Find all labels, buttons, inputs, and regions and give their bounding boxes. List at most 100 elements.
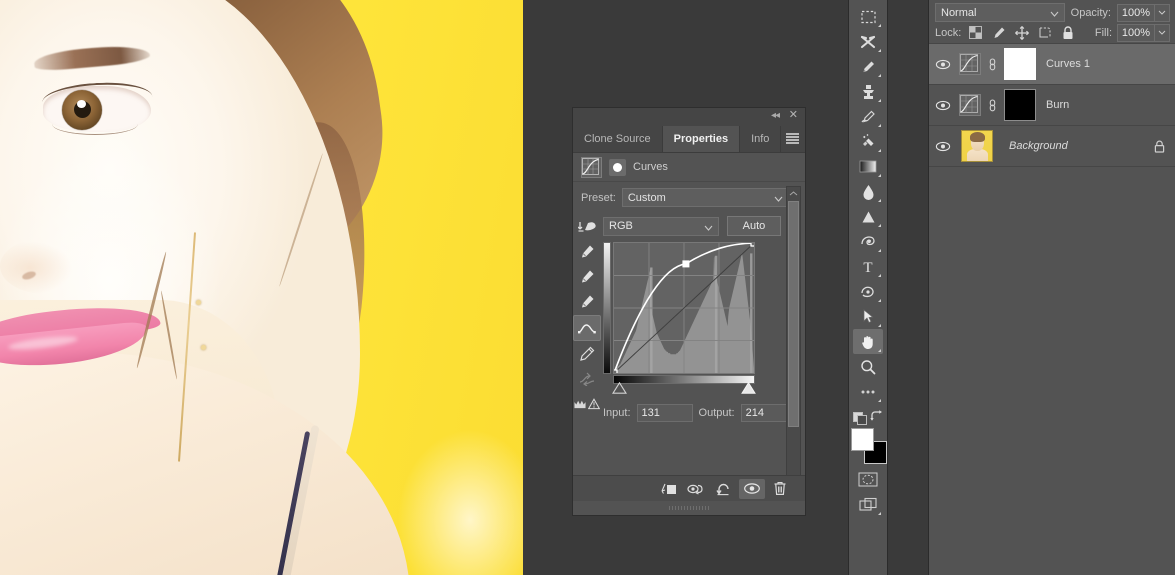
collapse-panel-icon[interactable]: ◂◂ [771, 110, 780, 121]
chevron-down-icon [774, 193, 783, 205]
chevron-down-icon [704, 222, 713, 234]
photoshop-window: T ◂◂ ✕ Clone Source Properties Info Curv… [0, 0, 1175, 575]
zoom-tool[interactable] [853, 354, 883, 379]
tab-info[interactable]: Info [740, 126, 782, 152]
clone-stamp-tool[interactable] [853, 79, 883, 104]
show-clipping-icon[interactable] [574, 392, 600, 416]
layer-row-curves-1[interactable]: Curves 1 [929, 44, 1175, 85]
swap-colors-icon[interactable] [869, 410, 884, 426]
opacity-field[interactable]: 100% [1117, 3, 1155, 22]
curves-tool-column [573, 211, 601, 422]
chevron-down-icon [1050, 8, 1059, 20]
scroll-up-icon[interactable] [789, 189, 798, 198]
portrait-photo [0, 0, 523, 575]
canvas-image-area[interactable] [0, 0, 523, 575]
preset-value: Custom [627, 191, 666, 204]
workspace-background-right [888, 0, 928, 575]
curves-adjustment-thumbnail[interactable] [959, 53, 981, 75]
lock-all-icon[interactable] [1059, 25, 1076, 41]
panel-scrollbar[interactable] [786, 186, 801, 504]
input-output-row: Input: 131 Output: 214 [603, 396, 797, 422]
layer-mask-thumbnail[interactable] [1004, 48, 1036, 80]
blur-tool[interactable] [853, 179, 883, 204]
toggle-layer-visibility-button[interactable] [739, 478, 765, 499]
photo-earring-bead [196, 300, 201, 305]
curves-graph[interactable] [613, 242, 755, 374]
input-field[interactable]: 131 [636, 404, 693, 422]
blend-mode-select[interactable]: Normal [935, 3, 1065, 22]
quick-mask-mode-icon[interactable] [853, 467, 883, 492]
delete-adjustment-layer-button[interactable] [767, 479, 793, 499]
layer-visibility-toggle[interactable] [929, 59, 957, 70]
auto-button[interactable]: Auto [727, 216, 781, 236]
layer-row-background[interactable]: Background [929, 126, 1175, 167]
layer-name: Burn [1046, 99, 1070, 111]
clip-to-layer-button[interactable] [655, 479, 681, 499]
photo-nose [0, 238, 90, 294]
scrollbar-thumb[interactable] [788, 201, 799, 427]
brush-tool[interactable] [853, 54, 883, 79]
fill-group: Fill: 100% [1094, 23, 1170, 42]
lock-position-icon[interactable] [1013, 25, 1030, 41]
lock-transparent-pixels-icon[interactable] [967, 25, 984, 41]
panel-title-bar[interactable]: ◂◂ ✕ [573, 108, 805, 126]
layer-visibility-toggle[interactable] [929, 100, 957, 111]
black-point-slider[interactable] [612, 381, 627, 397]
rectangular-marquee-tool[interactable] [853, 4, 883, 29]
screen-mode-icon[interactable] [853, 492, 883, 517]
spot-healing-brush-tool[interactable] [853, 129, 883, 154]
lock-row: Lock: Fill: 100% [929, 22, 1175, 44]
tab-properties[interactable]: Properties [662, 126, 741, 152]
opacity-chevron-down-icon[interactable] [1155, 3, 1170, 22]
panel-resize-grip[interactable] [573, 501, 805, 515]
foreground-background-color-swatches[interactable] [851, 428, 887, 464]
hand-tool[interactable] [853, 329, 883, 354]
move-tool[interactable] [853, 29, 883, 54]
dodge-tool[interactable] [853, 204, 883, 229]
default-colors-icon[interactable] [852, 412, 867, 425]
preset-select[interactable]: Custom [621, 188, 789, 207]
layer-visibility-toggle[interactable] [929, 141, 957, 152]
sample-in-image-set-white-point-icon[interactable] [574, 290, 600, 314]
edit-points-to-modify-curve-icon[interactable] [573, 315, 601, 341]
curves-graph-wrapper [603, 242, 755, 384]
foreground-color-swatch[interactable] [851, 428, 874, 451]
layer-mask-thumbnail[interactable] [1004, 89, 1036, 121]
sample-in-image-set-gray-point-icon[interactable] [574, 265, 600, 289]
smooth-curve-values-icon[interactable] [574, 367, 600, 391]
lock-image-pixels-icon[interactable] [990, 25, 1007, 41]
curves-adjustment-thumbnail[interactable] [959, 94, 981, 116]
pen-tool[interactable] [853, 229, 883, 254]
history-brush-tool[interactable] [853, 104, 883, 129]
blend-mode-row: Normal Opacity: 100% [929, 0, 1175, 22]
background-layer-thumbnail[interactable] [961, 130, 993, 162]
reset-adjustment-button[interactable] [711, 479, 737, 499]
channel-row: RGB Auto [603, 211, 797, 242]
on-image-adjustment-icon[interactable] [574, 215, 600, 239]
draw-to-modify-curve-pencil-icon[interactable] [574, 342, 600, 366]
channel-select[interactable]: RGB [603, 216, 719, 236]
layer-content: Background [957, 130, 1175, 162]
gradient-tool[interactable] [853, 154, 883, 179]
sample-in-image-set-black-point-icon[interactable] [574, 240, 600, 264]
layer-row-burn[interactable]: Burn [929, 85, 1175, 126]
tab-clone-source[interactable]: Clone Source [573, 126, 663, 152]
link-mask-icon[interactable] [987, 98, 998, 112]
link-mask-icon[interactable] [987, 57, 998, 71]
view-previous-state-button[interactable] [683, 479, 709, 499]
path-selection-tool[interactable] [853, 304, 883, 329]
close-panel-icon[interactable]: ✕ [789, 109, 798, 122]
white-point-slider[interactable] [741, 381, 756, 397]
custom-shape-tool[interactable] [853, 279, 883, 304]
fill-field[interactable]: 100% [1117, 23, 1155, 42]
lock-artboard-nesting-icon[interactable] [1036, 25, 1053, 41]
panel-menu-icon[interactable] [786, 133, 799, 144]
fill-chevron-down-icon[interactable] [1155, 23, 1170, 42]
horizontal-type-tool[interactable]: T [853, 254, 883, 279]
fill-label: Fill: [1094, 26, 1112, 39]
curves-editor: RGB Auto Input: 131 Output: 214 [573, 211, 805, 422]
properties-panel: ◂◂ ✕ Clone Source Properties Info Curves… [573, 108, 805, 515]
blend-mode-value: Normal [941, 6, 977, 19]
edit-toolbar-tool[interactable] [853, 379, 883, 404]
preset-label: Preset: [581, 191, 616, 204]
